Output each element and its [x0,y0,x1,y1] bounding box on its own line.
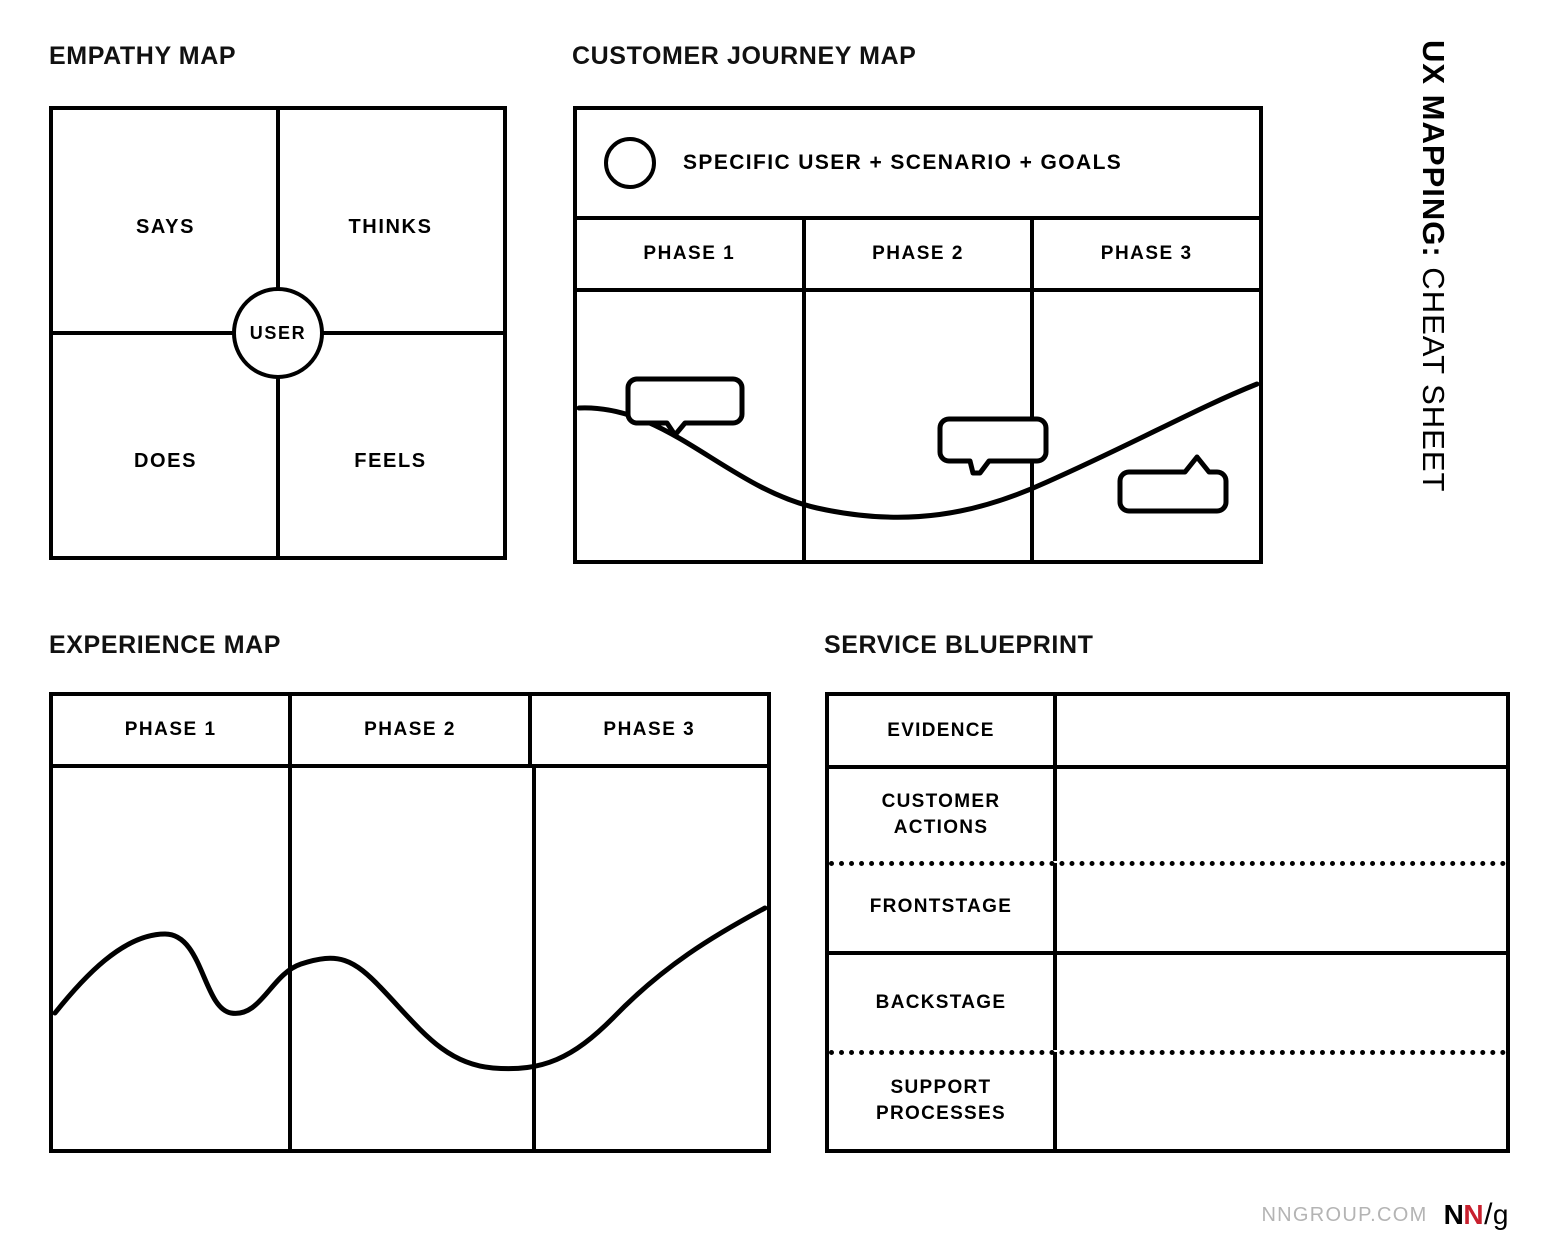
nng-logo-slash: / [1484,1198,1492,1231]
journey-banner-text: SPECIFIC USER + SCENARIO + GOALS [683,151,1123,174]
empathy-quadrant-says: SAYS [135,216,196,238]
experience-phase-1-header: PHASE 1 [53,696,293,764]
customer-journey-map-title: CUSTOMER JOURNEY MAP [572,42,917,70]
persona-circle-icon [604,137,656,189]
sheet-title-light: CHEAT SHEET [1416,257,1451,493]
blueprint-row-frontstage: FRONTSTAGE [829,863,1506,951]
blueprint-field-evidence[interactable] [1057,696,1506,765]
journey-phase-2-header: PHASE 2 [806,220,1035,288]
nng-logo-n2: N [1463,1199,1484,1230]
journey-phase-3-header: PHASE 3 [1100,243,1193,264]
blueprint-row-evidence: EVIDENCE [829,696,1506,765]
blueprint-field-backstage[interactable] [1057,955,1506,1050]
service-blueprint-grid: EVIDENCE CUSTOMER ACTIONS FRONTSTAGE BACK… [825,692,1510,1153]
experience-phase-header-row: PHASE 1 PHASE 2 PHASE 3 [53,696,767,768]
blueprint-row-support-processes: SUPPORT PROCESSES [829,1052,1506,1149]
empathy-quadrant-feels: FEELS [354,450,427,472]
blueprint-label-frontstage: FRONTSTAGE [829,863,1057,951]
empathy-quadrant-thinks: THINKS [348,216,433,238]
blueprint-field-customer-actions[interactable] [1057,769,1506,861]
journey-speech-bubble-2 [937,416,1049,476]
cheat-sheet-canvas: EMPATHY MAP SAYS THINKS DOES FEELS USER … [0,0,1544,1254]
journey-speech-bubble-3 [1117,454,1229,514]
experience-map-title: EXPERIENCE MAP [49,631,282,659]
journey-chart-body [577,292,1259,560]
nng-logo: N N / g [1443,1198,1509,1232]
footer-website-url: NNGROUP.COM [1261,1203,1428,1226]
experience-phase-3-header: PHASE 3 [603,719,696,740]
sheet-title-bold: UX MAPPING: [1416,40,1451,258]
journey-banner: SPECIFIC USER + SCENARIO + GOALS [577,110,1259,220]
footer: NNGROUP.COM N N / g [1261,1198,1508,1232]
empathy-map-title: EMPATHY MAP [49,42,237,70]
empathy-map-grid: SAYS THINKS DOES FEELS USER [49,106,507,560]
nng-logo-n1: N [1443,1199,1464,1230]
blueprint-field-frontstage[interactable] [1057,863,1506,951]
nng-logo-g: g [1492,1199,1509,1230]
journey-speech-bubble-1 [625,376,745,438]
journey-phase-header-row: PHASE 1 PHASE 2 PHASE 3 [577,220,1259,292]
service-blueprint-title: SERVICE BLUEPRINT [824,631,1094,659]
blueprint-row-backstage: BACKSTAGE [829,955,1506,1050]
customer-journey-map-grid: SPECIFIC USER + SCENARIO + GOALS PHASE 1… [573,106,1263,564]
experience-chart-body [53,768,767,1149]
blueprint-row-customer-actions: CUSTOMER ACTIONS [829,769,1506,861]
journey-phase-1-header: PHASE 1 [577,220,806,288]
blueprint-label-evidence: EVIDENCE [829,696,1057,765]
empathy-quadrant-does: DOES [133,450,198,472]
empathy-user-circle: USER [232,287,324,379]
blueprint-field-support-processes[interactable] [1057,1052,1506,1149]
experience-emotion-curve [53,905,767,1072]
blueprint-label-backstage: BACKSTAGE [829,955,1057,1050]
blueprint-label-customer-actions: CUSTOMER ACTIONS [829,769,1057,861]
experience-map-grid: PHASE 1 PHASE 2 PHASE 3 [49,692,771,1153]
experience-phase-2-header: PHASE 2 [292,696,532,764]
blueprint-label-support-processes: SUPPORT PROCESSES [829,1052,1057,1149]
sheet-vertical-title: UX MAPPING: CHEAT SHEET [1416,40,1451,600]
